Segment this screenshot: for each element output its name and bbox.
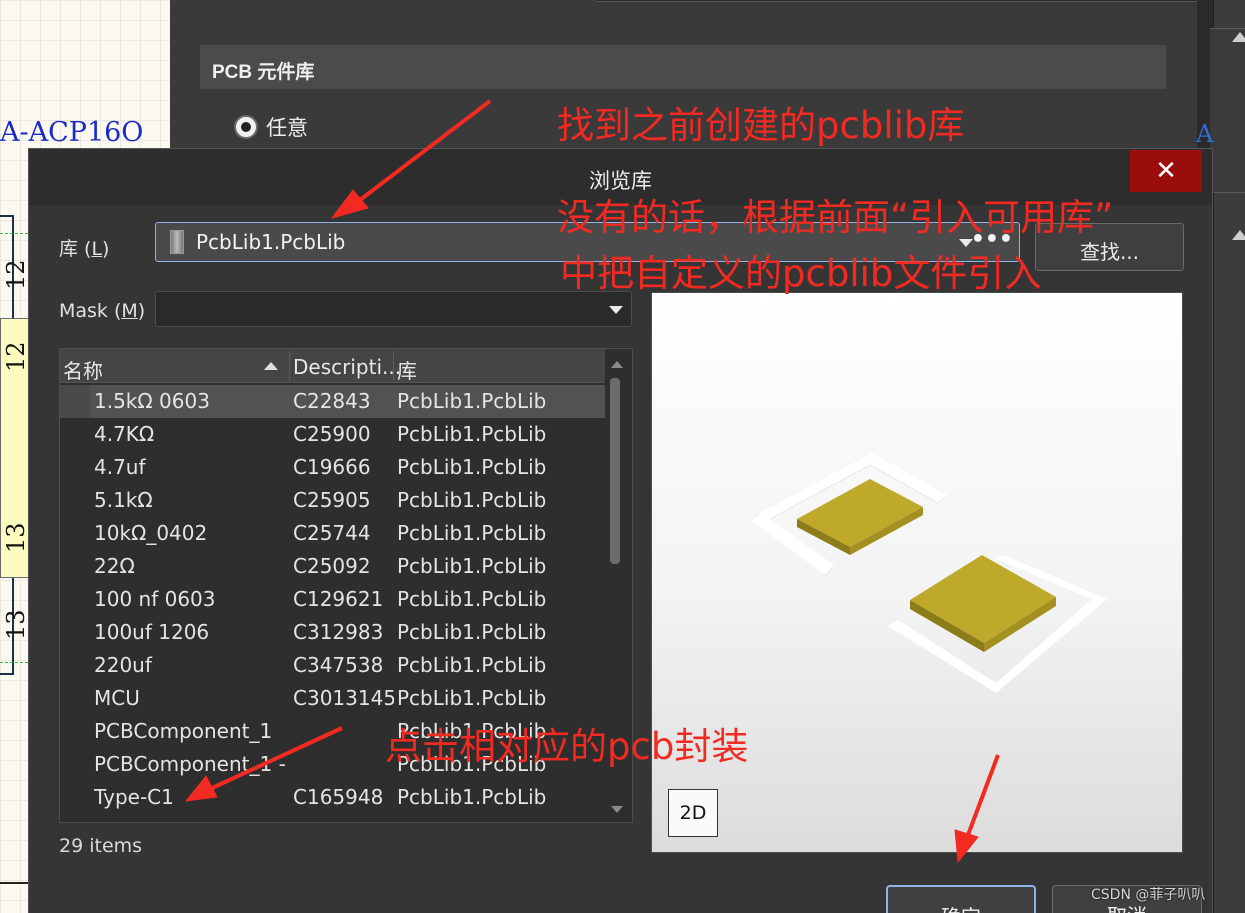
collapse-up-icon[interactable] (1232, 32, 1245, 42)
cell-description: C22843 (293, 389, 371, 413)
item-count: 29 items (59, 835, 143, 857)
footprint-preview[interactable]: 2D (651, 292, 1183, 853)
cell-library: PcbLib1.PcbLib (397, 389, 547, 413)
annotation-click-footprint: 点击相对应的pcb封装 (385, 725, 749, 768)
right-panel-box (1210, 28, 1245, 193)
cell-name: 22Ω (94, 554, 135, 578)
cell-name: Type-C1 (94, 785, 174, 809)
schematic-pin-number: 12 (2, 341, 30, 372)
cell-library: PcbLib1.PcbLib (397, 686, 547, 710)
schematic-right-label: A (1196, 120, 1214, 148)
cell-name: 100uf 1206 (94, 620, 210, 644)
cell-name: 100 nf 0603 (94, 587, 216, 611)
cell-name: 220uf (94, 653, 152, 677)
view-2d-button[interactable]: 2D (668, 789, 718, 837)
mask-label-suffix: ) (137, 300, 146, 322)
table-row[interactable]: 220uf C347538 PcbLib1.PcbLib (60, 649, 605, 682)
cell-description: C19666 (293, 455, 371, 479)
library-label-prefix: 库 ( (59, 238, 92, 260)
table-row[interactable]: 100 nf 0603 C129621 PcbLib1.PcbLib (60, 583, 605, 616)
cell-name: PCBComponent_1 (94, 719, 273, 743)
annotation-import-line1: 没有的话，根据前面“引入可用库” (557, 196, 1114, 239)
cell-description: C165948 (293, 785, 384, 809)
schematic-component-label: A-ACP16O (0, 117, 144, 148)
table-row[interactable]: 10kΩ_0402 C25744 PcbLib1.PcbLib (60, 517, 605, 550)
table-row[interactable]: 4.7uf C19666 PcbLib1.PcbLib (60, 451, 605, 484)
footprint-3d-render (752, 453, 1107, 693)
cell-library: PcbLib1.PcbLib (397, 521, 547, 545)
column-header-library[interactable]: 库 (397, 355, 417, 384)
cell-description: C3013145 (293, 686, 394, 710)
library-label: 库 (L) (59, 234, 109, 261)
chevron-down-icon[interactable] (609, 306, 623, 314)
cell-name: 10kΩ_0402 (94, 521, 208, 545)
mask-label-prefix: Mask ( (59, 300, 122, 322)
close-icon: ✕ (1155, 156, 1177, 186)
cell-library: PcbLib1.PcbLib (397, 653, 547, 677)
column-divider[interactable] (393, 351, 394, 381)
table-header: 名称 Descripti... 库 (60, 349, 605, 383)
scrollbar-thumb[interactable] (610, 378, 620, 564)
scroll-down-icon[interactable] (611, 806, 623, 813)
schematic-pin-number: 13 (2, 522, 30, 553)
mask-label: Mask (M) (59, 300, 145, 322)
library-select-value: PcbLib1.PcbLib (196, 230, 346, 254)
table-row[interactable]: MCU C3013145 PcbLib1.PcbLib (60, 682, 605, 715)
cell-description: C129621 (293, 587, 384, 611)
cell-library: PcbLib1.PcbLib (397, 488, 547, 512)
cell-library: PcbLib1.PcbLib (397, 587, 547, 611)
cell-description: C25900 (293, 422, 371, 446)
cell-name: PCBComponent_1 - (94, 752, 286, 776)
schematic-net-line (0, 233, 28, 234)
cell-name: 4.7uf (94, 455, 146, 479)
scroll-up-icon[interactable] (611, 361, 623, 368)
cell-name: 4.7KΩ (94, 422, 155, 446)
cell-description: C25092 (293, 554, 371, 578)
cell-name: 5.1kΩ (94, 488, 153, 512)
cell-library: PcbLib1.PcbLib (397, 554, 547, 578)
table-row[interactable]: 5.1kΩ C25905 PcbLib1.PcbLib (60, 484, 605, 517)
cell-library: PcbLib1.PcbLib (397, 455, 547, 479)
mask-input[interactable] (155, 291, 632, 327)
cell-library: PcbLib1.PcbLib (397, 422, 547, 446)
cell-library: PcbLib1.PcbLib (397, 620, 547, 644)
cell-name: 1.5kΩ 0603 (94, 389, 210, 413)
watermark: CSDN @菲子叭叭 (1091, 887, 1206, 903)
column-divider[interactable] (289, 351, 290, 381)
schematic-wire (0, 882, 30, 884)
close-button[interactable]: ✕ (1130, 150, 1202, 192)
schematic-pin-number: 12 (2, 259, 30, 290)
cell-library: PcbLib1.PcbLib (397, 785, 547, 809)
column-header-name[interactable]: 名称 (63, 355, 103, 384)
radio-any-label: 任意 (266, 116, 308, 140)
mask-label-key: M (121, 300, 138, 322)
cell-name: MCU (94, 686, 140, 710)
ok-button[interactable]: 确定 (886, 885, 1036, 913)
column-header-description[interactable]: Descripti... (293, 355, 401, 379)
cell-description: C347538 (293, 653, 384, 677)
table-row[interactable]: 22Ω C25092 PcbLib1.PcbLib (60, 550, 605, 583)
table-row[interactable]: 100uf 1206 C312983 PcbLib1.PcbLib (60, 616, 605, 649)
properties-input[interactable] (595, 0, 1245, 2)
collapse-up-icon[interactable] (1232, 230, 1245, 240)
library-file-icon (170, 230, 184, 254)
radio-any[interactable]: 任意 (234, 112, 308, 142)
table-row[interactable]: 4.7KΩ C25900 PcbLib1.PcbLib (60, 418, 605, 451)
annotation-find-lib: 找到之前创建的pcblib库 (557, 104, 965, 147)
library-label-suffix: ) (102, 238, 110, 260)
annotation-import-line2: 中把自定义的pcblib文件引入 (560, 252, 1042, 295)
library-label-key: L (91, 238, 103, 260)
pcb-library-section-title: PCB 元件库 (200, 45, 1166, 89)
cell-description: C25744 (293, 521, 371, 545)
cell-description: C25905 (293, 488, 371, 512)
schematic-pin-number: 13 (2, 609, 30, 640)
schematic-net-line (0, 662, 28, 663)
sort-ascending-icon (264, 362, 278, 370)
radio-button[interactable] (234, 115, 258, 139)
cell-description: C312983 (293, 620, 384, 644)
table-row[interactable]: Type-C1 C165948 PcbLib1.PcbLib (60, 781, 605, 814)
table-row[interactable]: 1.5kΩ 0603 C22843 PcbLib1.PcbLib (60, 385, 605, 418)
